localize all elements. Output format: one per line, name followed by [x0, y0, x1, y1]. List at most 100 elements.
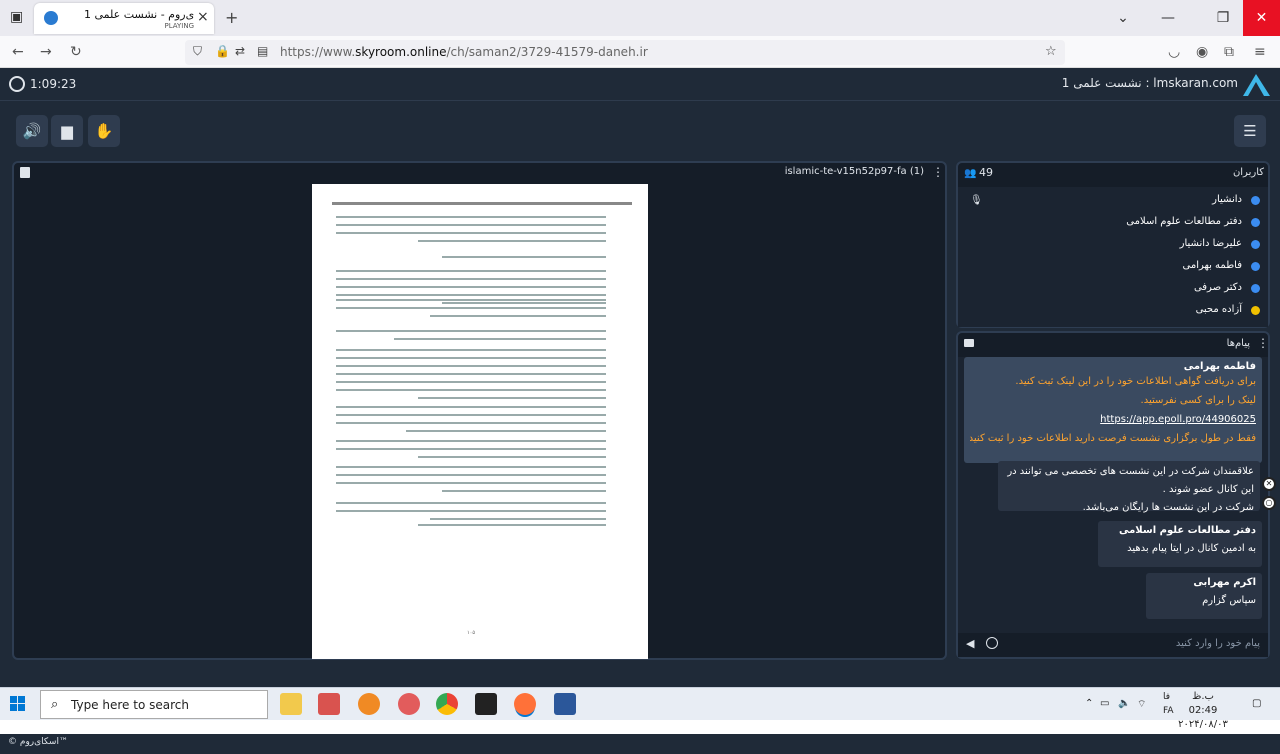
skyroom-favicon-icon	[44, 11, 58, 25]
emoji-icon[interactable]	[986, 637, 998, 649]
user-name: علیرضا دانشیار	[1179, 238, 1242, 249]
language-indicator[interactable]: فا FA	[1163, 690, 1174, 718]
presentation-menu-icon[interactable]: ⋮	[932, 165, 944, 179]
word-icon[interactable]	[554, 693, 576, 715]
send-icon[interactable]: ◀	[966, 637, 974, 650]
firefox-icon[interactable]	[514, 693, 536, 715]
photos-icon[interactable]	[475, 693, 497, 715]
url-text[interactable]: https://www.skyroom.online/ch/saman2/372…	[280, 45, 648, 59]
message-body: برای دریافت گواهی اطلاعات خود را در این …	[964, 372, 1262, 452]
user-item[interactable]: دفتر مطالعات علوم اسلامی	[958, 212, 1268, 234]
app-icon[interactable]	[398, 693, 420, 715]
raise-hand-button[interactable]: ✋	[88, 115, 120, 147]
window-close-icon[interactable]: ✕	[1243, 0, 1280, 36]
tab-title: اسکای‌روم - نشست علمی 1	[84, 8, 194, 21]
presentation-file-title: islamic-te-v15n52p97-fa (1)	[784, 166, 924, 177]
text-line	[336, 294, 606, 296]
chat-header: پیام‌ها ⋮	[958, 333, 1269, 355]
copyright-text: © اسکای‌روم™	[8, 737, 68, 747]
extensions-icon[interactable]: ⧉	[1224, 44, 1234, 60]
notifications-icon[interactable]: ▢	[1252, 698, 1261, 709]
minimize-icon[interactable]: —	[1150, 0, 1186, 36]
volume-icon[interactable]: 🔈	[1118, 698, 1130, 709]
restore-icon[interactable]: ❐	[1205, 0, 1241, 36]
lock-icon[interactable]: 🔒	[215, 44, 230, 58]
text-line	[336, 474, 606, 476]
app-icon[interactable]	[318, 693, 340, 715]
tray-chevron-up-icon[interactable]: ⌃	[1085, 698, 1093, 709]
text-line	[442, 302, 606, 304]
chat-panel: پیام‌ها ⋮ فاطمه بهرامی برای دریافت گواهی…	[956, 331, 1270, 659]
tab-playing-status: PLAYING	[164, 22, 194, 30]
speaker-button[interactable]: 🔊	[16, 115, 48, 147]
clock-time: ب.ظ 02:49	[1188, 691, 1218, 716]
text-line	[336, 330, 606, 332]
user-icon	[1251, 284, 1260, 293]
close-circle-icon[interactable]: ✕	[1262, 477, 1276, 491]
message-sender: فاطمه بهرامی	[1183, 361, 1256, 372]
search-icon: ⌕	[51, 697, 59, 712]
user-item[interactable]: دکتر صرفی	[958, 278, 1268, 300]
chat-side-buttons: ✕ ○	[1260, 477, 1278, 513]
forward-arrow-icon[interactable]: →	[40, 44, 52, 60]
taskbar-search-box[interactable]: ⌕ Type here to search	[40, 690, 268, 719]
file-explorer-icon[interactable]	[280, 693, 302, 715]
chat-input[interactable]: ◀ پیام خود را وارد کنید	[958, 633, 1268, 657]
text-line	[336, 278, 606, 280]
tab-overview-icon[interactable]: ▣	[10, 9, 23, 25]
network-icon[interactable]: ▭	[1100, 698, 1109, 709]
user-item[interactable]: علیرضا دانشیار	[958, 234, 1268, 256]
wifi-icon[interactable]: ⌔	[1137, 698, 1146, 711]
app-toolbar: 🔊 ▆ ✋ ☰	[0, 102, 1280, 160]
address-bar[interactable]: ⛉ 🔒 ⇄ ▤ https://www.skyroom.online/ch/sa…	[185, 40, 1065, 65]
room-title: lmskaran.com : نشست علمی 1	[1061, 76, 1238, 90]
user-name: آزاده محبی	[1195, 304, 1242, 315]
user-item[interactable]: آزاده محبی	[958, 300, 1268, 322]
text-line	[336, 448, 606, 450]
users-group-icon: 👥	[964, 168, 977, 179]
text-line	[336, 270, 606, 272]
document-page[interactable]: ۱۰۵	[312, 184, 648, 659]
epoll-link[interactable]: https://app.epoll.pro/44906025	[970, 410, 1256, 429]
skyroom-app: 1:09:23 lmskaran.com : نشست علمی 1 🔊 ▆ ✋…	[0, 68, 1280, 754]
browser-tab[interactable]: اسکای‌روم - نشست علمی 1 PLAYING ×	[34, 3, 214, 34]
bookmark-star-icon[interactable]: ☆	[1045, 44, 1057, 59]
account-icon[interactable]: ◉	[1196, 44, 1208, 60]
message-sender: اکرم مهرابی	[1193, 577, 1256, 588]
files-button[interactable]: ▆	[51, 115, 83, 147]
tab-list-chevron-down-icon[interactable]: ⌄	[1105, 0, 1141, 36]
app-menu-button[interactable]: ☰	[1234, 115, 1266, 147]
users-header: 👥 49 کاربران	[958, 163, 1268, 185]
clock-date: ۲۰۲۴/۰۸/۰۳	[1178, 719, 1228, 730]
browser-menu-icon[interactable]: ≡	[1254, 44, 1266, 60]
app-icon[interactable]	[358, 693, 380, 715]
new-tab-icon[interactable]: +	[225, 8, 238, 27]
tracking-shield-icon[interactable]: ⛉	[193, 44, 202, 59]
user-item[interactable]: فاطمه بهرامی	[958, 256, 1268, 278]
user-icon	[1251, 306, 1260, 315]
permissions-icon[interactable]: ⇄	[235, 44, 245, 58]
user-name: فاطمه بهرامی	[1182, 260, 1243, 271]
user-item[interactable]: 🎙 دانشیار	[958, 190, 1268, 212]
chat-placeholder[interactable]: پیام خود را وارد کنید	[1176, 638, 1260, 649]
text-line	[336, 389, 606, 391]
page-number: ۱۰۵	[467, 630, 476, 636]
scroll-circle-icon[interactable]: ○	[1262, 496, 1276, 510]
text-line	[418, 397, 606, 399]
reload-icon[interactable]: ↻	[70, 44, 82, 60]
pocket-icon[interactable]: ◡	[1168, 44, 1180, 60]
lmskaran-logo-icon	[1243, 74, 1270, 96]
message-body: سپاس گزارم	[1202, 595, 1256, 606]
page-info-icon[interactable]: ▤	[257, 44, 268, 58]
taskbar-clock[interactable]: ب.ظ 02:49 ۲۰۲۴/۰۸/۰۳	[1178, 690, 1228, 732]
message-line: علاقمندان شرکت در این نشست های تخصصی می …	[1007, 466, 1254, 495]
chrome-icon[interactable]	[436, 693, 458, 715]
chat-message: اکرم مهرابی سپاس گزارم	[1146, 573, 1262, 619]
text-line	[336, 502, 606, 504]
tab-close-icon[interactable]: ×	[197, 9, 209, 25]
message-line: فقط در طول برگزاری نشست فرصت دارید اطلاع…	[970, 433, 1256, 444]
chat-menu-icon[interactable]: ⋮	[1257, 336, 1269, 350]
back-arrow-icon[interactable]: ←	[12, 44, 24, 60]
windows-start-icon[interactable]	[10, 696, 26, 712]
text-line	[336, 232, 606, 234]
